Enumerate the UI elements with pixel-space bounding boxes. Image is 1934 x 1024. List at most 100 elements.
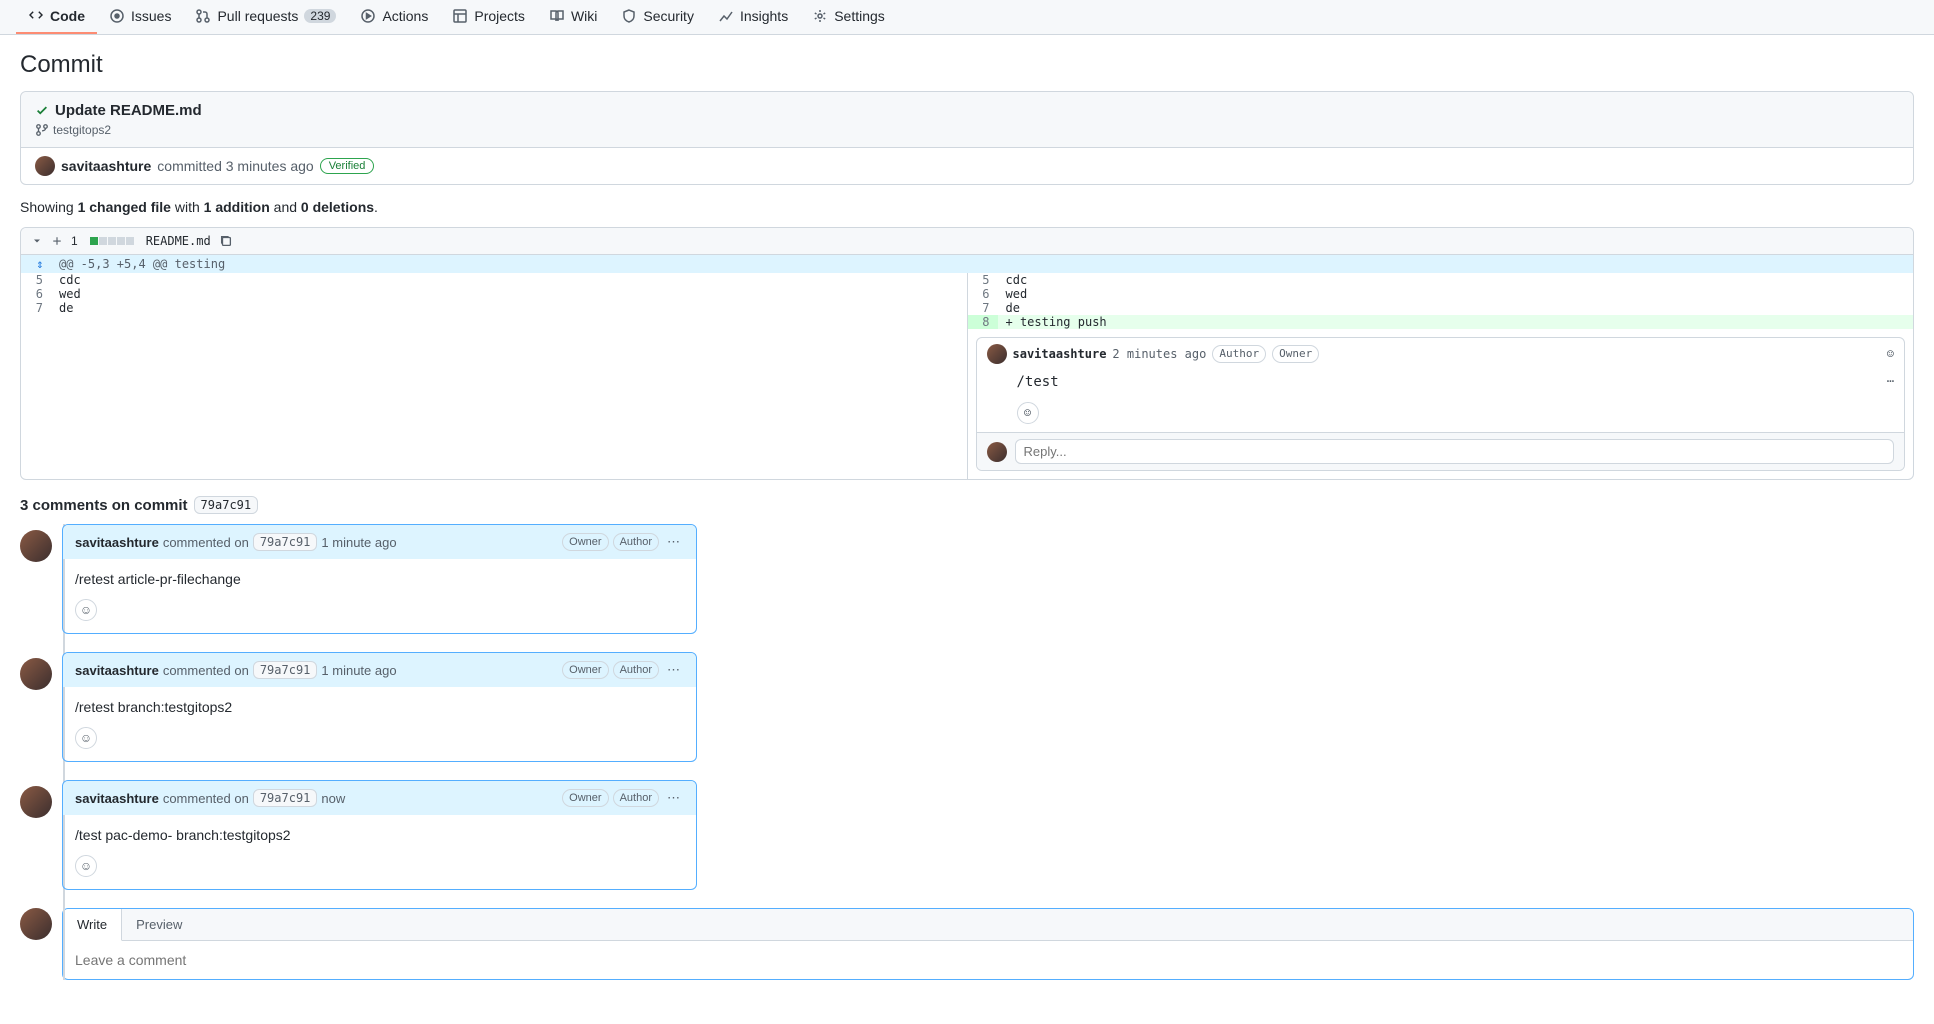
- tab-issues-label: Issues: [131, 8, 171, 24]
- hunk-header: ⇕ @@ -5,3 +5,4 @@ testing: [21, 255, 1913, 273]
- composer-tab-preview[interactable]: Preview: [122, 909, 196, 940]
- comment-author[interactable]: savitaashture: [75, 791, 159, 806]
- role-badge: Author: [613, 661, 659, 679]
- avatar[interactable]: [20, 786, 52, 818]
- pr-icon: [195, 8, 211, 24]
- tab-insights[interactable]: Insights: [706, 0, 800, 34]
- table-icon: [452, 8, 468, 24]
- kebab-icon[interactable]: ⋯: [1877, 370, 1904, 392]
- diff-line[interactable]: 6wed: [968, 287, 1914, 301]
- commit-comment: savitaashturecommented on79a7c911 minute…: [20, 652, 1914, 762]
- role-badge: Owner: [562, 789, 608, 807]
- issue-icon: [109, 8, 125, 24]
- avatar[interactable]: [20, 908, 52, 940]
- commit-author[interactable]: savitaashture: [61, 158, 151, 174]
- commit-sha-link[interactable]: 79a7c91: [253, 789, 318, 807]
- smiley-icon[interactable]: ☺: [1887, 347, 1894, 361]
- role-badge: Author: [613, 789, 659, 807]
- comment-time: 1 minute ago: [321, 663, 396, 678]
- comment-body: /retest branch:testgitops2: [63, 687, 696, 727]
- react-button[interactable]: ☺: [75, 599, 97, 621]
- file-change-count: 1: [71, 234, 78, 248]
- avatar[interactable]: [35, 156, 55, 176]
- comment-author[interactable]: savitaashture: [75, 663, 159, 678]
- file-name[interactable]: README.md: [146, 234, 211, 248]
- commit-time: committed 3 minutes ago: [157, 158, 313, 174]
- commit-title-text: Update README.md: [55, 102, 202, 119]
- tab-pulls[interactable]: Pull requests 239: [183, 0, 348, 34]
- kebab-icon[interactable]: ⋯: [663, 790, 684, 806]
- comment-body: /test pac-demo- branch:testgitops2: [63, 815, 696, 855]
- role-badge: Owner: [562, 533, 608, 551]
- diff-line[interactable]: 7de: [968, 301, 1914, 315]
- diff-line[interactable]: 6wed: [21, 287, 967, 301]
- tab-security-label: Security: [643, 8, 694, 24]
- role-badge: Author: [613, 533, 659, 551]
- diffstat-summary: Showing 1 changed file with 1 addition a…: [20, 199, 1914, 215]
- diff-line[interactable]: 8+ testing push: [968, 315, 1914, 329]
- branch-icon: [35, 123, 49, 137]
- check-icon: [35, 104, 49, 118]
- comment-author[interactable]: savitaashture: [1013, 347, 1107, 361]
- diff-line[interactable]: 7de: [21, 301, 967, 315]
- role-badge: Author: [1212, 345, 1266, 363]
- comments-heading: 3 comments on commit 79a7c91: [20, 496, 1914, 514]
- commit-sha[interactable]: 79a7c91: [194, 496, 259, 514]
- commit-comment: savitaashturecommented on79a7c911 minute…: [20, 524, 1914, 634]
- avatar[interactable]: [20, 530, 52, 562]
- commit-branch-name[interactable]: testgitops2: [53, 123, 111, 137]
- tab-projects-label: Projects: [474, 8, 525, 24]
- composer-tab-write[interactable]: Write: [63, 909, 122, 941]
- diff-line[interactable]: 5cdc: [21, 273, 967, 287]
- diff-line[interactable]: 5cdc: [968, 273, 1914, 287]
- commit-sha-link[interactable]: 79a7c91: [253, 661, 318, 679]
- commit-summary: Update README.md testgitops2 savitaashtu…: [20, 91, 1914, 185]
- chevron-down-icon[interactable]: [31, 235, 43, 247]
- diff-left: 5cdc6wed7de: [21, 273, 968, 479]
- tab-wiki-label: Wiki: [571, 8, 597, 24]
- role-badge: Owner: [562, 661, 608, 679]
- pulls-count: 239: [304, 9, 336, 23]
- comment-time: 2 minutes ago: [1112, 347, 1206, 361]
- unfold-icon[interactable]: ⇕: [29, 257, 51, 271]
- tab-code[interactable]: Code: [16, 0, 97, 34]
- verified-badge[interactable]: Verified: [320, 158, 375, 174]
- kebab-icon[interactable]: ⋯: [663, 662, 684, 678]
- new-comment: Write Preview: [20, 908, 1914, 980]
- tab-code-label: Code: [50, 8, 85, 24]
- commit-sha-link[interactable]: 79a7c91: [253, 533, 318, 551]
- tab-issues[interactable]: Issues: [97, 0, 183, 34]
- comment-body: /test: [977, 370, 1069, 398]
- tab-settings-label: Settings: [834, 8, 885, 24]
- diff-file: 1 README.md ⇕ @@ -5,3 +5,4 @@ testing 5c…: [20, 227, 1914, 480]
- tab-pulls-label: Pull requests: [217, 8, 298, 24]
- copy-icon[interactable]: [219, 234, 233, 248]
- tab-wiki[interactable]: Wiki: [537, 0, 609, 34]
- tab-projects[interactable]: Projects: [440, 0, 537, 34]
- shield-icon: [621, 8, 637, 24]
- react-button[interactable]: ☺: [1017, 402, 1039, 424]
- avatar[interactable]: [20, 658, 52, 690]
- reply-input[interactable]: [1015, 439, 1895, 464]
- commit-comment: savitaashturecommented on79a7c91nowOwner…: [20, 780, 1914, 890]
- play-icon: [360, 8, 376, 24]
- react-button[interactable]: ☺: [75, 727, 97, 749]
- role-badge: Owner: [1272, 345, 1319, 363]
- tab-actions[interactable]: Actions: [348, 0, 440, 34]
- tab-settings[interactable]: Settings: [800, 0, 897, 34]
- graph-icon: [718, 8, 734, 24]
- comment-composer: Write Preview: [62, 908, 1914, 980]
- avatar[interactable]: [987, 442, 1007, 462]
- expand-icon[interactable]: [51, 235, 63, 247]
- review-comment: savitaashture 2 minutes ago Author Owner ☺ /t…: [976, 337, 1906, 471]
- comment-author[interactable]: savitaashture: [75, 535, 159, 550]
- avatar[interactable]: [987, 344, 1007, 364]
- tab-insights-label: Insights: [740, 8, 788, 24]
- tab-security[interactable]: Security: [609, 0, 706, 34]
- react-button[interactable]: ☺: [75, 855, 97, 877]
- repo-tabnav: Code Issues Pull requests 239 Actions Pr…: [0, 0, 1934, 35]
- comment-time: now: [321, 791, 345, 806]
- kebab-icon[interactable]: ⋯: [663, 534, 684, 550]
- code-icon: [28, 8, 44, 24]
- comment-input[interactable]: [73, 951, 1903, 969]
